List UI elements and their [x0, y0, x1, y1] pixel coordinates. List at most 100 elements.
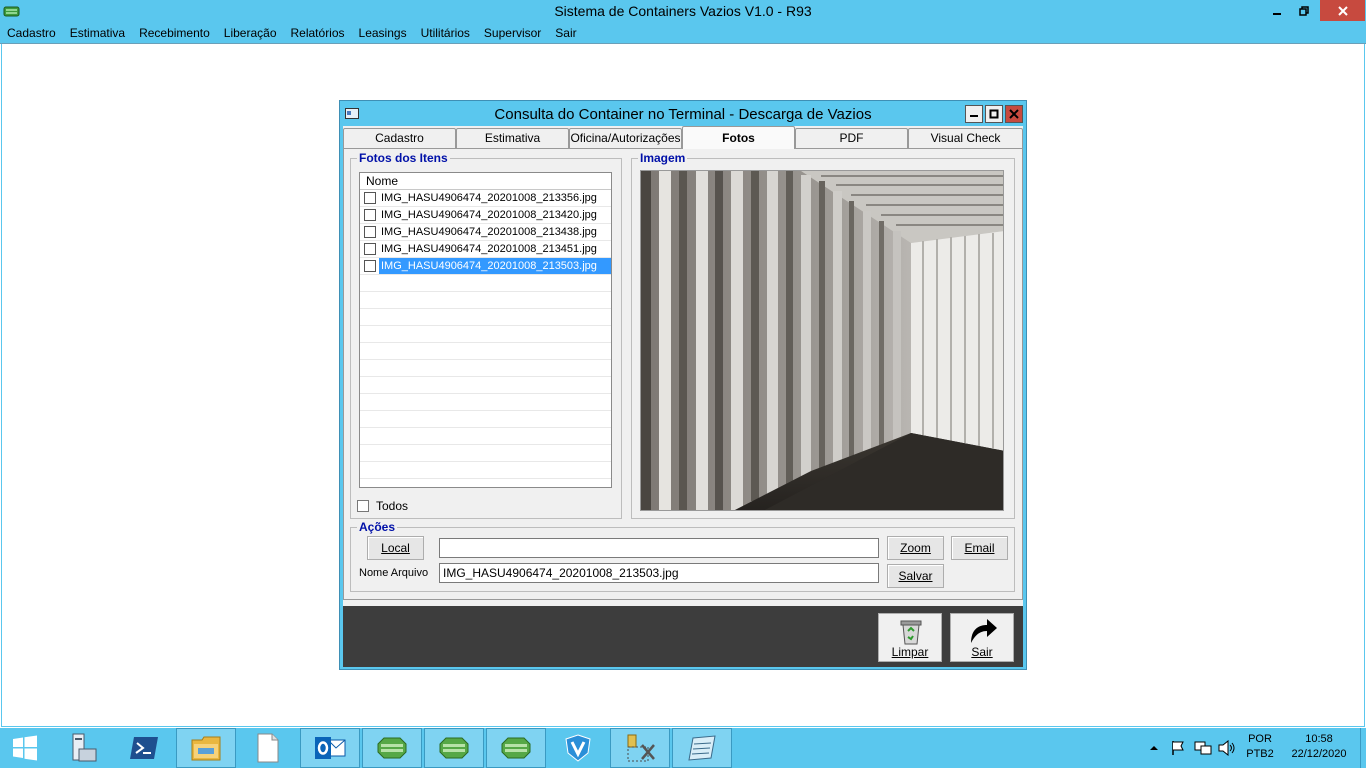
file-name: IMG_HASU4906474_20201008_213451.jpg — [381, 243, 597, 255]
dialog-minimize-button[interactable] — [965, 105, 983, 123]
dialog-close-button[interactable] — [1005, 105, 1023, 123]
list-item-selected[interactable]: IMG_HASU4906474_20201008_213503.jpg — [360, 258, 611, 275]
tray-chevron-up-icon[interactable] — [1150, 744, 1158, 752]
menu-relatorios[interactable]: Relatórios — [291, 26, 345, 40]
column-header-nome[interactable]: Nome — [360, 173, 611, 190]
tab-strip: Cadastro Estimativa Oficina/Autorizações… — [343, 126, 1023, 149]
limpar-label: Limpar — [891, 645, 929, 659]
dialog-body: Cadastro Estimativa Oficina/Autorizações… — [343, 126, 1023, 667]
acoes-group: Ações Local Zoom Email Nome Arquivo IMG_… — [350, 520, 1015, 592]
taskbar-server-manager[interactable] — [52, 728, 112, 768]
empty-row — [360, 275, 611, 292]
taskbar-app-container-3[interactable] — [486, 728, 546, 768]
powershell-icon — [130, 737, 158, 759]
item-checkbox[interactable] — [364, 260, 376, 272]
tab-estimativa[interactable]: Estimativa — [456, 128, 569, 148]
sair-button[interactable]: Sair — [950, 613, 1014, 662]
todos-checkbox[interactable] — [357, 500, 369, 512]
container-app-icon — [501, 737, 531, 759]
language-code: POR — [1248, 733, 1272, 745]
document-icon — [257, 733, 279, 763]
sair-label: Sair — [971, 645, 993, 659]
app-title: Sistema de Containers Vazios V1.0 - R93 — [554, 3, 812, 19]
empty-row — [360, 377, 611, 394]
menu-recebimento[interactable]: Recebimento — [139, 26, 210, 40]
acoes-group-label: Ações — [357, 520, 398, 534]
minimize-icon — [1273, 12, 1281, 15]
email-button[interactable]: Email — [951, 536, 1008, 560]
container-app-icon — [439, 737, 469, 759]
speaker-icon[interactable] — [1218, 740, 1236, 756]
todos-checkbox-row[interactable]: Todos — [357, 499, 408, 513]
item-checkbox[interactable] — [364, 226, 376, 238]
taskbar-notepad[interactable] — [672, 728, 732, 768]
salvar-button[interactable]: Salvar — [887, 564, 944, 588]
nome-arquivo-input[interactable]: IMG_HASU4906474_20201008_213503.jpg — [439, 563, 879, 583]
taskbar: POR PTB2 10:58 22/12/2020 — [0, 728, 1366, 768]
menu-sair[interactable]: Sair — [555, 26, 576, 40]
taskbar-tools[interactable] — [610, 728, 670, 768]
taskbar-vpn-app[interactable] — [548, 728, 608, 768]
limpar-button[interactable]: Limpar — [878, 613, 942, 662]
flag-icon[interactable] — [1170, 740, 1186, 756]
zoom-button[interactable]: Zoom — [887, 536, 944, 560]
photo-list[interactable]: Nome IMG_HASU4906474_20201008_213356.jpg… — [359, 172, 612, 488]
clock[interactable]: 10:58 22/12/2020 — [1284, 732, 1354, 762]
outlook-icon — [315, 737, 346, 759]
list-item[interactable]: IMG_HASU4906474_20201008_213420.jpg — [360, 207, 611, 224]
keyboard-layout: PTB2 — [1246, 748, 1274, 760]
dialog-title: Consulta do Container no Terminal - Desc… — [494, 106, 872, 123]
list-item[interactable]: IMG_HASU4906474_20201008_213451.jpg — [360, 241, 611, 258]
taskbar-outlook[interactable] — [300, 728, 360, 768]
container-photo — [640, 170, 1004, 511]
list-item[interactable]: IMG_HASU4906474_20201008_213356.jpg — [360, 190, 611, 207]
input-language[interactable]: POR PTB2 — [1240, 732, 1280, 762]
empty-row — [360, 360, 611, 377]
local-button[interactable]: Local — [367, 536, 424, 560]
tab-cadastro[interactable]: Cadastro — [343, 128, 456, 148]
dialog-footer: Limpar Sair — [343, 606, 1023, 667]
start-button[interactable] — [0, 728, 50, 768]
empty-row — [360, 445, 611, 462]
item-checkbox[interactable] — [364, 209, 376, 221]
todos-label: Todos — [376, 499, 409, 513]
item-checkbox[interactable] — [364, 243, 376, 255]
menu-utilitarios[interactable]: Utilitários — [421, 26, 470, 40]
taskbar-file-explorer[interactable] — [176, 728, 236, 768]
restore-button[interactable] — [1291, 0, 1317, 21]
tab-pdf[interactable]: PDF — [795, 128, 908, 148]
taskbar-app-container-1[interactable] — [362, 728, 422, 768]
minimize-button[interactable] — [1264, 0, 1290, 21]
item-checkbox[interactable] — [364, 192, 376, 204]
menu-supervisor[interactable]: Supervisor — [484, 26, 541, 40]
network-icon[interactable] — [1194, 740, 1212, 756]
fotos-group-label: Fotos dos Itens — [357, 151, 450, 165]
empty-row — [360, 411, 611, 428]
menu-leasings[interactable]: Leasings — [359, 26, 407, 40]
show-desktop-button[interactable] — [1360, 728, 1366, 768]
fotos-group: Fotos dos Itens Nome IMG_HASU4906474_202… — [350, 151, 622, 519]
menu-estimativa[interactable]: Estimativa — [70, 26, 125, 40]
menu-liberacao[interactable]: Liberação — [224, 26, 277, 40]
tab-fotos[interactable]: Fotos — [682, 126, 795, 149]
dialog-maximize-button[interactable] — [985, 105, 1003, 123]
taskbar-app-container-2[interactable] — [424, 728, 484, 768]
empty-row — [360, 394, 611, 411]
close-icon — [1337, 5, 1348, 16]
taskbar-document[interactable] — [238, 728, 298, 768]
empty-row — [360, 292, 611, 309]
path-input[interactable] — [439, 538, 879, 558]
tab-oficina-autorizacoes[interactable]: Oficina/Autorizações — [569, 128, 682, 148]
tools-icon — [627, 734, 655, 762]
list-item[interactable]: IMG_HASU4906474_20201008_213438.jpg — [360, 224, 611, 241]
taskbar-powershell[interactable] — [114, 728, 174, 768]
exit-arrow-icon — [971, 619, 997, 643]
close-icon — [1009, 109, 1019, 119]
windows-logo-icon — [13, 735, 37, 761]
container-app-icon — [377, 737, 407, 759]
menu-cadastro[interactable]: Cadastro — [7, 26, 56, 40]
close-button[interactable] — [1320, 0, 1365, 21]
menu-bar: Cadastro Estimativa Recebimento Liberaçã… — [0, 23, 1366, 44]
nome-arquivo-label: Nome Arquivo — [359, 567, 429, 579]
tab-visual-check[interactable]: Visual Check — [908, 128, 1023, 148]
